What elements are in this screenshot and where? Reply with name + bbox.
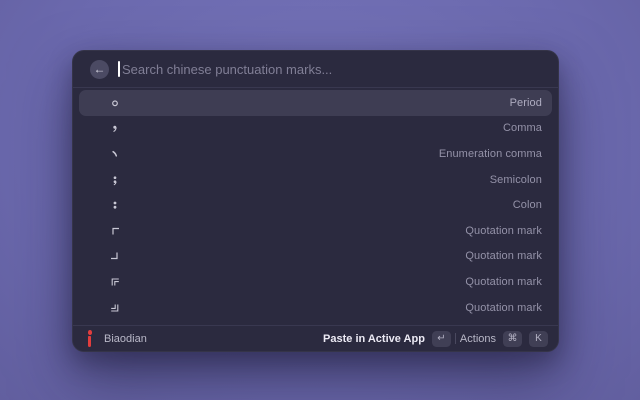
list-item-label: Quotation mark (465, 276, 542, 288)
k-key-icon: K (529, 331, 548, 347)
launcher-window: ← Period Comma Enumeration comma Semicolon C… (72, 50, 559, 352)
results-list[interactable]: Period Comma Enumeration comma Semicolon Col… (73, 88, 558, 325)
corner-bracket-right-glyph (109, 250, 121, 262)
biaodian-app-icon (85, 329, 95, 348)
back-button[interactable]: ← (90, 60, 109, 79)
list-item-label: Period (510, 97, 542, 109)
list-item-label: Quotation mark (465, 250, 542, 262)
double-corner-bracket-left-glyph (109, 276, 121, 288)
list-item[interactable]: Quotation mark (79, 269, 552, 295)
colon-glyph (109, 199, 121, 211)
list-item[interactable]: Colon (79, 192, 552, 218)
arrow-left-icon: ← (94, 63, 106, 75)
paste-in-active-app-button[interactable]: Paste in Active App ↵ (323, 331, 451, 347)
search-field-wrap (118, 59, 542, 79)
list-item-label: Colon (513, 199, 542, 211)
double-corner-bracket-right-glyph (109, 302, 121, 314)
desktop-background: ← Period Comma Enumeration comma Semicolon C… (0, 0, 640, 400)
status-bar: Biaodian Paste in Active App ↵ Actions ⌘… (73, 325, 558, 351)
search-input[interactable] (118, 62, 542, 77)
footer-divider (455, 333, 456, 344)
period-glyph (109, 97, 121, 109)
primary-action-label: Paste in Active App (323, 333, 425, 345)
comma-glyph (109, 122, 121, 134)
list-item[interactable]: Semicolon (79, 167, 552, 193)
list-item[interactable]: Quotation mark (79, 218, 552, 244)
list-item[interactable]: Quotation mark (79, 244, 552, 270)
list-item-label: Quotation mark (465, 302, 542, 314)
actions-label: Actions (460, 333, 496, 345)
search-bar: ← (73, 51, 558, 88)
list-item[interactable]: Period (79, 90, 552, 116)
actions-button[interactable]: Actions ⌘ K (460, 331, 548, 347)
list-item-label: Quotation mark (465, 225, 542, 237)
list-item[interactable]: Comma (79, 116, 552, 142)
corner-bracket-left-glyph (109, 225, 121, 237)
list-item-label: Comma (503, 122, 542, 134)
list-item-label: Semicolon (490, 174, 542, 186)
enter-key-icon: ↵ (432, 331, 451, 347)
semicolon-glyph (109, 174, 121, 186)
list-item[interactable]: Enumeration comma (79, 141, 552, 167)
list-item-label: Enumeration comma (439, 148, 542, 160)
app-name: Biaodian (104, 333, 147, 345)
enumeration-comma-glyph (109, 148, 121, 160)
command-key-icon: ⌘ (503, 331, 522, 347)
list-item[interactable]: Quotation mark (79, 295, 552, 321)
text-cursor (118, 61, 120, 77)
